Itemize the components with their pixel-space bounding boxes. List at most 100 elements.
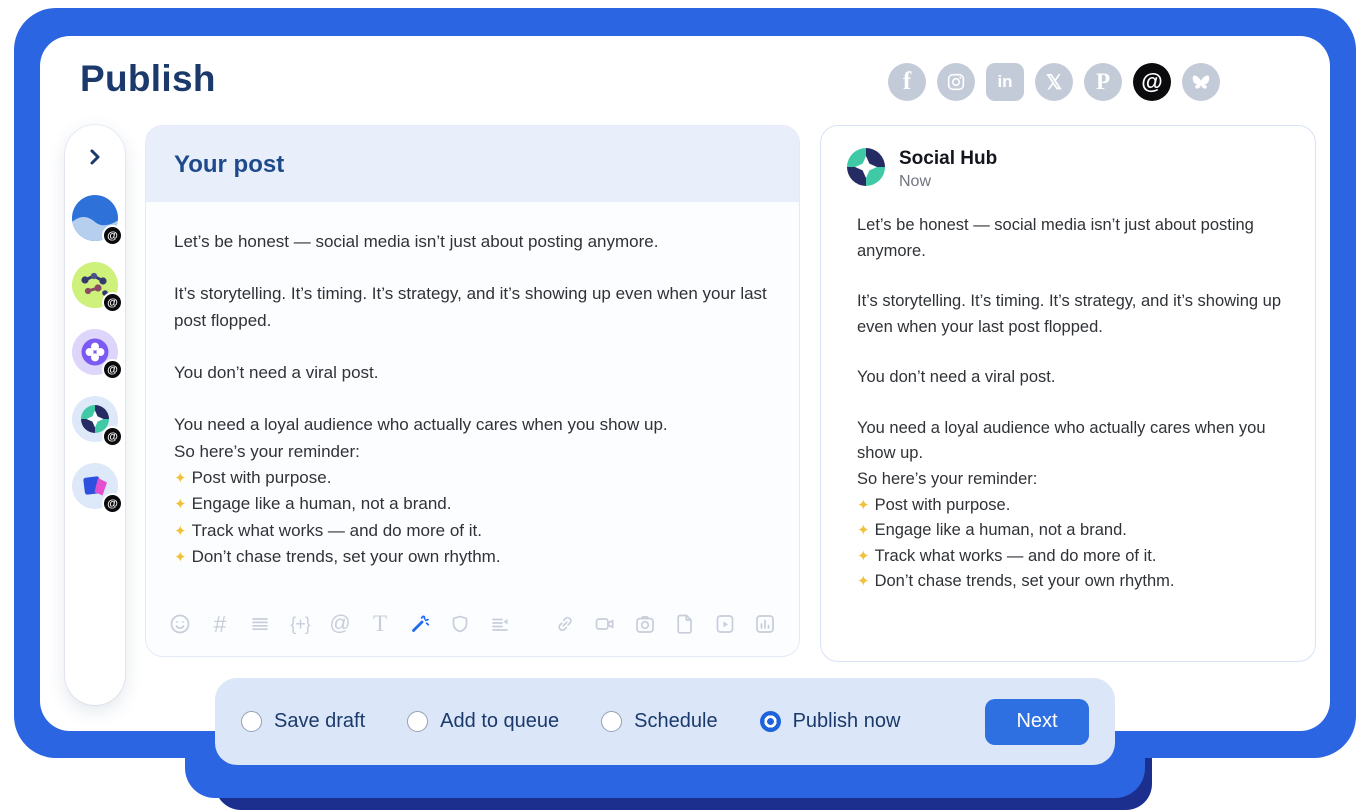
x-icon[interactable]: 𝕏	[1035, 63, 1073, 101]
publish-option-label: Publish now	[793, 710, 901, 733]
post-paragraph: Let’s be honest — social media isn’t jus…	[857, 213, 1285, 264]
account-mountain[interactable]: @	[72, 195, 118, 241]
post-line: ✦Track what works — and do more of it.	[174, 518, 771, 544]
post-line: ✦Don’t chase trends, set your own rhythm…	[174, 544, 771, 570]
chart-icon[interactable]	[753, 612, 777, 636]
post-paragraph: You don’t need a viral post.	[174, 360, 771, 386]
post-line: You need a loyal audience who actually c…	[174, 412, 771, 438]
preview-timestamp: Now	[899, 173, 997, 191]
bluesky-icon[interactable]	[1182, 63, 1220, 101]
post-paragraph: Let’s be honest — social media isn’t jus…	[174, 229, 771, 255]
post-paragraph: It’s storytelling. It’s timing. It’s str…	[857, 289, 1285, 340]
threads-icon[interactable]: @	[1133, 63, 1171, 101]
account-avatar-list: @ @ @ @ @	[72, 195, 118, 530]
preview-header: Social Hub Now	[821, 126, 1315, 203]
sparkles-icon: ✦	[857, 497, 870, 514]
post-line: ✦Track what works — and do more of it.	[857, 544, 1285, 570]
snippet-icon[interactable]: {+}	[288, 612, 312, 636]
pinterest-icon[interactable]: P	[1084, 63, 1122, 101]
publish-option-label: Add to queue	[440, 710, 559, 733]
post-paragraph: It’s storytelling. It’s timing. It’s str…	[174, 281, 771, 334]
post-line: ✦Engage like a human, not a brand.	[857, 518, 1285, 544]
network-icons: f in 𝕏P @	[888, 63, 1220, 101]
text-format-icon[interactable]: T	[368, 612, 392, 636]
toolbar-right-group	[553, 612, 777, 636]
radio-unselected-icon[interactable]	[407, 711, 428, 732]
post-editor: Your post Let’s be honest — social media…	[145, 125, 800, 657]
preview-author-name: Social Hub	[899, 148, 997, 170]
magic-wand-icon[interactable]	[408, 612, 432, 636]
mention-icon[interactable]: @	[328, 612, 352, 636]
socialhub-logo-avatar	[847, 148, 885, 186]
sparkles-icon: ✦	[857, 548, 870, 565]
shield-icon[interactable]	[448, 612, 472, 636]
post-line: It’s storytelling. It’s timing. It’s str…	[857, 289, 1285, 340]
sparkles-icon: ✦	[857, 522, 870, 539]
page-title: Publish	[80, 58, 216, 100]
publish-action-bar: Save draft Add to queue Schedule Publish no…	[215, 678, 1115, 765]
radio-unselected-icon[interactable]	[241, 711, 262, 732]
post-paragraph: You don’t need a viral post.	[857, 365, 1285, 391]
toolbar-left-group: # {+} @ T	[168, 612, 512, 636]
publish-option-schedule[interactable]: Schedule	[601, 710, 717, 733]
emoji-icon[interactable]	[168, 612, 192, 636]
preview-post-text: Let’s be honest — social media isn’t jus…	[821, 203, 1315, 595]
publish-option-label: Schedule	[634, 710, 717, 733]
instagram-icon[interactable]	[937, 63, 975, 101]
publish-page: Publish fin𝕏P@ @@@@@ Your post Let’s be …	[0, 0, 1369, 812]
video-file-icon[interactable]	[713, 612, 737, 636]
threads-badge-icon: @	[102, 426, 123, 447]
accounts-sidebar: @@@@@	[65, 125, 125, 705]
cta-list-icon[interactable]	[488, 612, 512, 636]
account-network[interactable]: @	[72, 262, 118, 308]
radio-unselected-icon[interactable]	[601, 711, 622, 732]
link-icon[interactable]	[553, 612, 577, 636]
post-line: ✦Post with purpose.	[174, 465, 771, 491]
file-icon[interactable]	[673, 612, 697, 636]
align-lines-icon[interactable]	[248, 612, 272, 636]
threads-badge-icon: @	[102, 225, 123, 246]
post-paragraph: You need a loyal audience who actually c…	[857, 416, 1285, 595]
publish-option-label: Save draft	[274, 710, 365, 733]
radio-selected-icon[interactable]	[760, 711, 781, 732]
editor-toolbar: # {+} @ T	[146, 612, 799, 656]
threads-badge-icon: @	[102, 292, 123, 313]
hashtag-icon[interactable]: #	[208, 612, 232, 636]
post-line: So here’s your reminder:	[174, 439, 771, 465]
video-icon[interactable]	[593, 612, 617, 636]
post-preview-card: Social Hub Now Let’s be honest — social …	[820, 125, 1316, 662]
post-paragraph: You need a loyal audience who actually c…	[174, 412, 771, 570]
publish-option-add-to-queue[interactable]: Add to queue	[407, 710, 559, 733]
post-line: ✦Post with purpose.	[857, 493, 1285, 519]
account-socialhub[interactable]: @	[72, 396, 118, 442]
threads-badge-icon: @	[102, 493, 123, 514]
publish-option-publish-now[interactable]: Publish now	[760, 710, 901, 733]
account-clover[interactable]: @	[72, 329, 118, 375]
sparkles-icon: ✦	[174, 470, 187, 487]
account-shapes[interactable]: @	[72, 463, 118, 509]
sparkles-icon: ✦	[857, 573, 870, 590]
post-line: You need a loyal audience who actually c…	[857, 416, 1285, 467]
preview-author-block: Social Hub Now	[899, 148, 997, 191]
post-line: Let’s be honest — social media isn’t jus…	[174, 229, 771, 255]
post-text-editor[interactable]: Let’s be honest — social media isn’t jus…	[146, 202, 799, 612]
post-line: ✦Don’t chase trends, set your own rhythm…	[857, 569, 1285, 595]
publish-mode-options: Save draft Add to queue Schedule Publish no…	[241, 710, 900, 733]
next-button[interactable]: Next	[985, 699, 1089, 745]
linkedin-icon[interactable]: in	[986, 63, 1024, 101]
sidebar-expand-button[interactable]	[81, 145, 109, 173]
post-line: You don’t need a viral post.	[174, 360, 771, 386]
post-line: ✦Engage like a human, not a brand.	[174, 491, 771, 517]
sparkles-icon: ✦	[174, 523, 187, 540]
sparkles-icon: ✦	[174, 549, 187, 566]
post-line: You don’t need a viral post.	[857, 365, 1285, 391]
post-line: So here’s your reminder:	[857, 467, 1285, 493]
editor-title: Your post	[146, 126, 799, 202]
post-line: It’s storytelling. It’s timing. It’s str…	[174, 281, 771, 334]
sparkles-icon: ✦	[174, 496, 187, 513]
facebook-icon[interactable]: f	[888, 63, 926, 101]
threads-badge-icon: @	[102, 359, 123, 380]
chevron-right-icon	[83, 145, 107, 174]
publish-option-save-draft[interactable]: Save draft	[241, 710, 365, 733]
camera-icon[interactable]	[633, 612, 657, 636]
